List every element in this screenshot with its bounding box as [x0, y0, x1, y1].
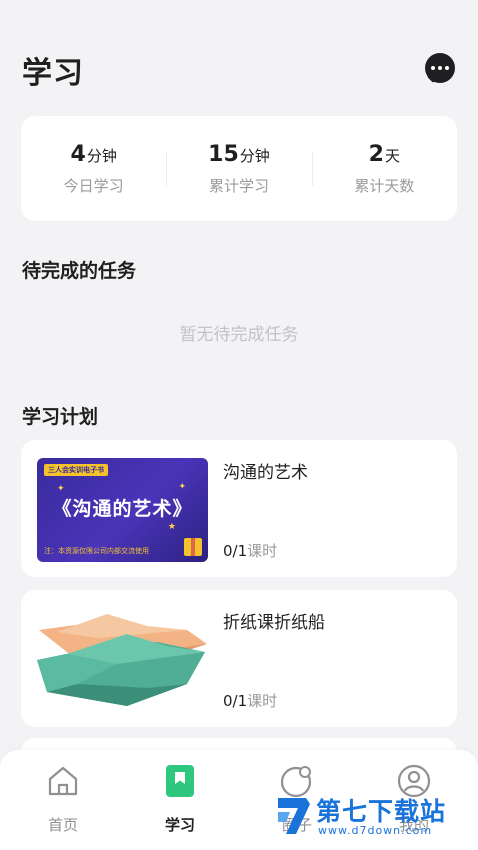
progress-value: 0/1 — [223, 542, 248, 560]
watermark-url: www.d7down.com — [318, 824, 433, 837]
tasks-empty-text: 暂无待完成任务 — [179, 325, 299, 345]
stat-label: 今日学习 — [63, 176, 124, 195]
stats-card: 4分钟 今日学习 15分钟 累计学习 2天 累计天数 — [21, 116, 457, 221]
thumb-tag: 三人会实训电子书 — [44, 464, 108, 476]
thumb-footer: 注：本资源仅限公司内部交流使用 — [44, 547, 149, 555]
header: 学习 — [0, 0, 478, 110]
chat-bubble-icon[interactable] — [425, 53, 455, 83]
bottom-tab-bar: 首页 学习 圈子 我的 第七下载站 www.d7down.com — [0, 750, 478, 850]
tab-label: 学习 — [164, 816, 195, 834]
course-thumbnail: 三人会实训电子书 ✦ ✦ ★ 《沟通的艺术》 注：本资源仅限公司内部交流使用 — [37, 458, 208, 562]
thumb-title: 《沟通的艺术》 — [52, 498, 193, 520]
progress-unit: 课时 — [247, 542, 278, 560]
stat-label: 累计学习 — [208, 176, 269, 195]
watermark-logo-icon — [278, 798, 310, 834]
tasks-section-title: 待完成的任务 — [22, 260, 137, 282]
stat-total: 15分钟 累计学习 — [166, 142, 311, 196]
course-card[interactable]: 三人会实训电子书 ✦ ✦ ★ 《沟通的艺术》 注：本资源仅限公司内部交流使用 沟… — [21, 440, 457, 577]
course-thumbnail — [37, 608, 208, 712]
tab-label: 首页 — [47, 816, 78, 834]
star-icon: ★ — [167, 522, 176, 532]
home-icon — [23, 764, 103, 798]
sparkle-icon: ✦ — [57, 484, 65, 494]
stat-unit: 分钟 — [239, 146, 270, 165]
stat-unit: 分钟 — [86, 146, 117, 165]
plan-section-title: 学习计划 — [22, 406, 99, 428]
sparkle-icon: ✦ — [178, 482, 186, 492]
course-name: 沟通的艺术 — [223, 463, 308, 483]
stat-days: 2天 累计天数 — [311, 141, 457, 196]
stat-unit: 天 — [384, 146, 400, 165]
stat-value: 2 — [368, 141, 384, 167]
watermark: 第七下载站 www.d7down.com — [276, 790, 472, 842]
course-card[interactable]: 折纸课折纸船 0/1课时 — [21, 590, 457, 727]
watermark-name: 第七下载站 — [316, 797, 447, 826]
progress-unit: 课时 — [247, 692, 278, 710]
bookmark-icon — [140, 764, 220, 798]
stat-today: 4分钟 今日学习 — [21, 142, 166, 196]
paper-boat-image — [37, 614, 207, 706]
tab-home[interactable]: 首页 — [23, 764, 103, 835]
course-name: 折纸课折纸船 — [223, 613, 325, 633]
stat-label: 累计天数 — [354, 176, 415, 195]
course-progress: 0/1课时 — [223, 690, 277, 711]
stat-value: 4 — [70, 141, 86, 167]
course-progress: 0/1课时 — [223, 540, 277, 561]
progress-value: 0/1 — [223, 692, 248, 710]
stat-value: 15 — [208, 141, 239, 167]
tab-study[interactable]: 学习 — [140, 764, 220, 835]
page-title: 学习 — [22, 56, 84, 91]
gift-icon — [184, 538, 202, 556]
